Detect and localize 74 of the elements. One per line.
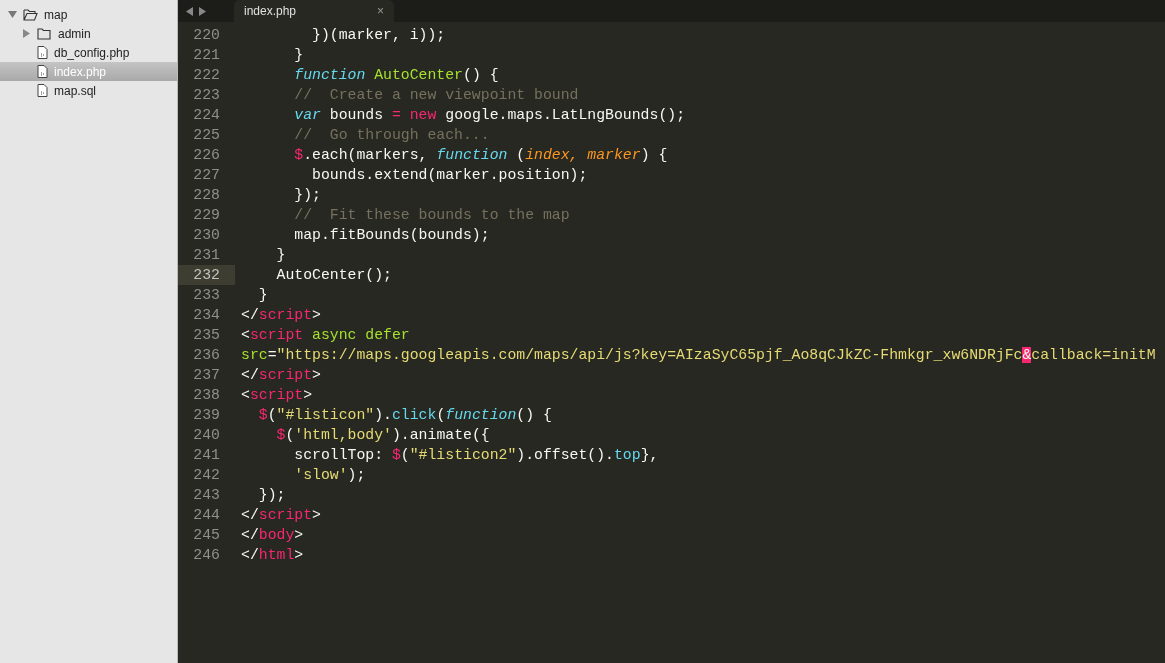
code-line: <script> <box>240 386 313 405</box>
line-number: 232 <box>178 265 235 285</box>
code-line: $.each(markers, function (index, marker) { <box>293 146 668 165</box>
tree-item-label: admin <box>58 25 91 43</box>
code-line: function AutoCenter() { <box>293 66 499 85</box>
code-line: // Create a new viewpoint bound <box>293 86 579 105</box>
line-number: 231 <box>192 246 221 265</box>
tree-item[interactable]: map.sql <box>0 81 177 100</box>
line-number: 243 <box>192 486 221 505</box>
tree-item[interactable]: db_config.php <box>0 43 177 62</box>
code-line: </script> <box>240 366 321 385</box>
expanded-arrow-icon[interactable] <box>7 10 17 19</box>
line-number: 233 <box>192 286 221 305</box>
line-number: 241 <box>192 446 221 465</box>
line-number: 220 <box>192 26 221 45</box>
code-line: </html> <box>240 546 304 565</box>
code-line: var bounds = new google.maps.LatLngBounds(); <box>293 106 686 125</box>
line-number: 244 <box>192 506 221 525</box>
code-line: } <box>293 46 304 65</box>
line-number: 230 <box>192 226 221 245</box>
line-number: 227 <box>192 166 221 185</box>
line-number: 242 <box>192 466 221 485</box>
tree-item-label: map.sql <box>54 82 97 100</box>
code-line: </body> <box>240 526 304 545</box>
collapsed-arrow-icon[interactable] <box>21 29 31 38</box>
code-line: $('html,body').animate({ <box>275 426 490 445</box>
code-line: <script async defer <box>240 326 410 345</box>
line-number: 222 <box>192 66 221 85</box>
line-number: 225 <box>192 126 221 145</box>
file-icon <box>37 65 48 78</box>
tree-item-label: index.php <box>54 63 107 81</box>
file-icon <box>37 46 48 59</box>
tree-item[interactable]: admin <box>0 24 177 43</box>
previous-arrow-icon[interactable] <box>186 6 193 16</box>
line-number: 238 <box>192 386 221 405</box>
code-line: } <box>257 286 268 305</box>
code-line: </script> <box>240 306 321 325</box>
line-number: 226 <box>192 146 221 165</box>
line-number: 224 <box>192 106 221 125</box>
line-number: 245 <box>192 526 221 545</box>
tree-item-label: db_config.php <box>54 44 130 62</box>
editor-tab[interactable]: index.php × <box>234 0 394 22</box>
line-number: 240 <box>192 426 221 445</box>
line-number: 234 <box>192 306 221 325</box>
code-line: }); <box>293 186 321 205</box>
code-line: src="https://maps.googleapis.com/maps/api/js?key=AIzaSyC65pjf_Ao8qCJkZC-Fhmkgr_xw6NDRjFc&callback=initM <box>240 346 1156 365</box>
tree-item[interactable]: map <box>0 5 177 24</box>
folder-icon <box>37 27 52 40</box>
next-arrow-icon[interactable] <box>199 6 206 16</box>
close-icon[interactable]: × <box>377 2 384 20</box>
code-line: } <box>275 246 286 265</box>
code-line: // Fit these bounds to the map <box>293 206 570 225</box>
code-line: AutoCenter(); <box>275 266 392 285</box>
code-line: bounds.extend(marker.position); <box>311 166 588 185</box>
code-line: 'slow'); <box>293 466 366 485</box>
code-line: }); <box>257 486 286 505</box>
code-line: })(marker, i)); <box>311 26 446 45</box>
line-number: 237 <box>192 366 221 385</box>
line-number: 228 <box>192 186 221 205</box>
line-number: 221 <box>192 46 221 65</box>
code-line: </script> <box>240 506 321 525</box>
line-number: 246 <box>192 546 221 565</box>
line-number: 223 <box>192 86 221 105</box>
folder-icon <box>23 8 38 21</box>
line-number: 235 <box>192 326 221 345</box>
code-line: map.fitBounds(bounds); <box>293 226 490 245</box>
code-line: $("#listicon").click(function() { <box>257 406 552 425</box>
line-number: 239 <box>192 406 221 425</box>
line-number: 236 <box>192 346 221 365</box>
code-line: scrollTop: $("#listicon2").offset().top}, <box>293 446 659 465</box>
tree-item-label: map <box>44 6 68 24</box>
line-number: 229 <box>192 206 221 225</box>
code-line: // Go through each... <box>293 126 490 145</box>
file-icon <box>37 84 48 97</box>
